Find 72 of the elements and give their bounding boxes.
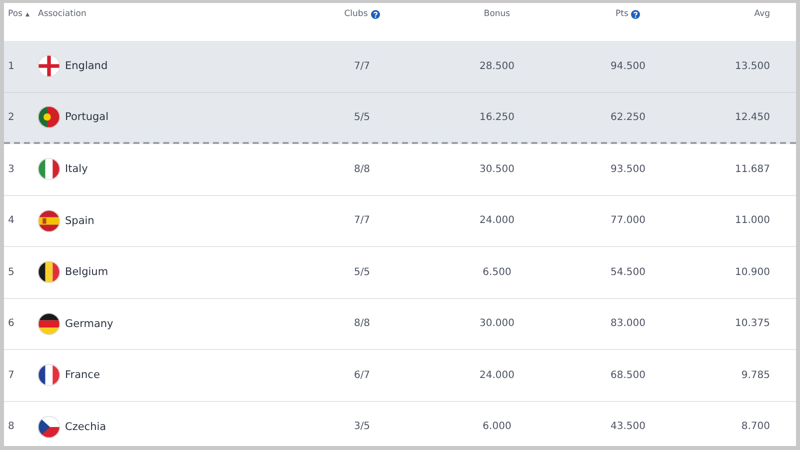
help-icon[interactable] (370, 10, 380, 18)
bonus-cell-text: 24.000 (478, 370, 516, 381)
table-row[interactable]: 2 Portugal 5/5 16.250 62.250 12.450 (4, 92, 796, 144)
column-header[interactable]: Clubs (344, 9, 368, 19)
flag-icon (38, 210, 60, 232)
association-name[interactable]: Germany (65, 318, 114, 330)
points-cell-text: 54.500 (610, 266, 646, 278)
bonus-cell-text: 24.000 (478, 215, 516, 226)
table-row[interactable]: 3 Italy 8/8 30.500 93.500 11.687 (4, 144, 796, 196)
points-cell-text: 43.500 (610, 421, 646, 432)
table-row[interactable]: 8 Czechia 3/5 6.000 43.500 8.700 (4, 402, 796, 446)
association-name[interactable]: Czechia (65, 420, 106, 433)
position-cell-text: 8 (8, 421, 16, 432)
association-name[interactable]: France (65, 369, 100, 382)
flag-icon (38, 106, 60, 128)
average-cell-text: 11.000 (734, 215, 771, 226)
clubs-cell-text: 6/7 (352, 370, 372, 381)
table-row[interactable]: 5 Belgium 5/5 6.500 54.500 10.900 (4, 247, 796, 298)
bonus-cell-text: 16.250 (478, 112, 516, 123)
column-header[interactable]: Bonus (484, 9, 510, 19)
position-cell-text: 7 (8, 370, 16, 381)
points-cell-text: 94.500 (610, 60, 646, 72)
association-name[interactable]: Portugal (65, 111, 108, 124)
points-cell-text: 77.000 (610, 215, 646, 226)
clubs-cell-text: 7/7 (352, 60, 372, 72)
position-cell-text: 1 (8, 60, 16, 72)
bonus-cell-text: 6.000 (482, 421, 512, 432)
table-row[interactable]: 4 Spain 7/7 24.000 77.000 11.000 (4, 196, 796, 247)
average-cell-text: 8.700 (740, 421, 771, 432)
clubs-cell-text: 5/5 (352, 266, 372, 278)
clubs-cell-text: 8/8 (352, 318, 372, 330)
bonus-cell-text: 30.500 (478, 164, 516, 175)
average-cell-text: 11.687 (734, 164, 771, 175)
position-cell-text: 6 (8, 318, 16, 330)
points-cell-text: 68.500 (610, 370, 646, 381)
column-header[interactable]: Pos (8, 9, 22, 19)
table-row[interactable]: 1 England 7/7 28.500 94.500 13.500 (4, 41, 796, 92)
average-cell-text: 12.450 (734, 112, 771, 123)
points-cell-text: 93.500 (610, 164, 646, 175)
clubs-cell-text: 3/5 (352, 421, 372, 432)
points-cell-text: 83.000 (610, 318, 646, 330)
average-cell-text: 10.375 (734, 318, 771, 330)
column-header[interactable]: Association (38, 9, 86, 19)
bonus-cell-text: 28.500 (478, 60, 516, 72)
bonus-cell-text: 6.500 (482, 266, 512, 278)
flag-icon (38, 416, 60, 438)
average-cell-text: 13.500 (734, 60, 771, 72)
flag-icon (38, 261, 60, 284)
flag-icon (38, 364, 60, 386)
flag-icon (38, 158, 60, 180)
table-row[interactable]: 7 France 6/7 24.000 68.500 9.785 (4, 350, 796, 402)
position-cell-text: 5 (8, 266, 16, 278)
association-name[interactable]: England (65, 60, 108, 72)
average-cell-text: 10.900 (734, 266, 771, 278)
clubs-cell-text: 7/7 (352, 215, 372, 226)
clubs-cell-text: 5/5 (352, 112, 372, 123)
association-name[interactable]: Italy (65, 163, 88, 176)
position-cell-text: 4 (8, 215, 16, 226)
column-header[interactable]: Avg (754, 9, 770, 19)
association-name[interactable]: Belgium (65, 266, 108, 278)
clubs-cell-text: 8/8 (352, 164, 372, 175)
association-name[interactable]: Spain (65, 214, 94, 227)
table-row[interactable]: 6 Germany 8/8 30.000 83.000 10.375 (4, 298, 796, 350)
position-cell-text: 2 (8, 112, 16, 123)
points-cell-text: 62.250 (610, 112, 646, 123)
flag-icon (38, 312, 60, 335)
bonus-cell-text: 30.000 (478, 318, 516, 330)
position-cell-text: 3 (8, 164, 16, 175)
help-icon[interactable] (631, 10, 640, 18)
average-cell-text: 9.785 (740, 370, 771, 381)
column-header[interactable]: Pts (616, 9, 628, 19)
flag-icon (38, 55, 60, 78)
